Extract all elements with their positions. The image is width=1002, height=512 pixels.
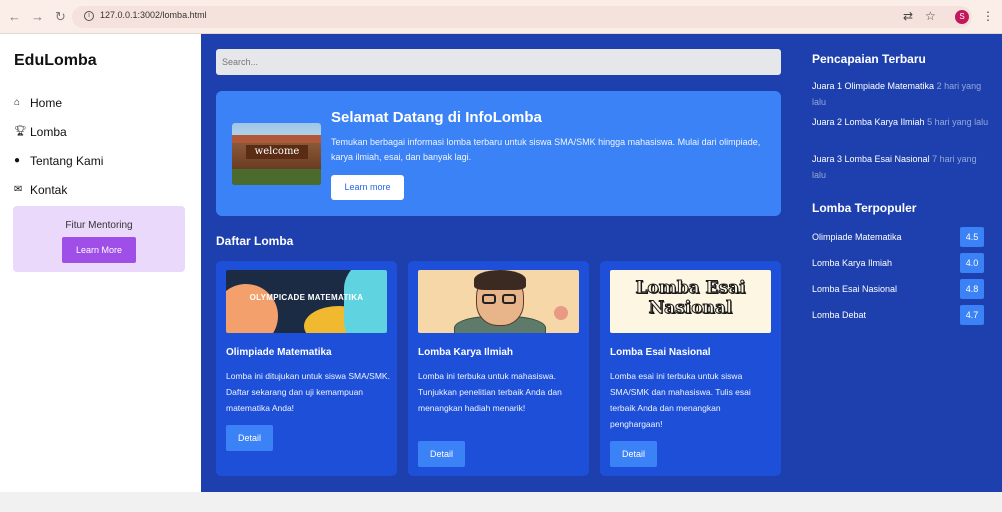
image-roof [232,135,321,143]
achievement-item: Juara 2 Lomba Karya Ilmiah 5 hari yang l… [812,114,992,130]
rating-badge: 4.7 [960,305,984,325]
popular-name: Lomba Debat [812,310,867,320]
search-input[interactable]: Search... [216,49,781,75]
reload-icon[interactable]: ↻ [55,9,66,25]
popular-title: Lomba Terpopuler [812,201,917,215]
lomba-card: Lomba Esai Nasional Lomba Esai Nasional … [600,261,781,476]
popular-item[interactable]: Lomba Karya Ilmiah 4.0 [812,253,984,273]
glasses-lens [482,294,496,304]
rating-badge: 4.0 [960,253,984,273]
olimpiade-image: OLYMPICADE MATEMATIKA [226,270,387,333]
back-icon[interactable]: ← [8,9,21,24]
url-text[interactable]: 127.0.0.1:3002/lomba.html [100,10,207,20]
browser-toolbar: ← → ↻ i 127.0.0.1:3002/lomba.html ⇄ ☆ S … [0,0,1002,34]
translate-icon[interactable]: ⇄ [903,9,913,23]
lomba-card: OLYMPICADE MATEMATIKA Olimpiade Matemati… [216,261,397,476]
hero-text: Temukan berbagai informasi lomba terbaru… [331,137,761,162]
card-text: Lomba esai ini terbuka untuk siswa SMA/S… [610,371,751,429]
sidebar-item-label: Home [30,95,63,110]
image-ground [232,169,321,185]
info-icon: ● [14,155,21,166]
rating-badge: 4.5 [960,227,984,247]
sidebar-menu: ⌂ Home 🏆︎ Lomba ● Tentang Kami ✉ Kontak [14,88,103,204]
rating-badge: 4.8 [960,279,984,299]
achievement-item: Juara 1 Olimpiade Matematika 2 hari yang… [812,78,992,110]
mentoring-title: Fitur Mentoring [65,220,133,231]
detail-button[interactable]: Detail [610,441,657,467]
detail-button[interactable]: Detail [226,425,273,451]
sidebar-item-label: Kontak [30,182,68,197]
achievement-text: Juara 1 Olimpiade Matematika [812,81,935,91]
card-title: Lomba Karya Ilmiah [418,347,514,358]
forward-icon[interactable]: → [31,9,44,24]
welcome-image: welcome [232,123,321,185]
image-label: Lomba Esai Nasional [635,278,746,319]
sidebar-item-label: Lomba [30,124,67,139]
popular-name: Olimpiade Matematika [812,232,902,242]
detail-button[interactable]: Detail [418,441,465,467]
card-title: Lomba Esai Nasional [610,347,711,358]
sidebar-item-tentang-kami[interactable]: ● Tentang Kami [14,146,103,175]
trophy-icon: 🏆︎ [14,126,27,137]
main-content: Search... welcome Selamat Datang di Info… [201,34,798,492]
sidebar-item-kontak[interactable]: ✉ Kontak [14,175,103,204]
popular-name: Lomba Karya Ilmiah [812,258,893,268]
right-panel: Pencapaian Terbaru Juara 1 Olimpiade Mat… [798,34,1002,492]
sidebar-item-home[interactable]: ⌂ Home [14,88,103,117]
sidebar-item-label: Tentang Kami [30,153,104,168]
lomba-card: Lomba Karya Ilmiah Lomba ini terbuka unt… [408,261,589,476]
learn-more-button[interactable]: Learn More [62,237,136,263]
hero-title: Selamat Datang di InfoLomba [331,109,542,126]
hero-learn-more-button[interactable]: Learn more [331,175,404,200]
site-info-icon[interactable]: i [84,11,94,21]
achievement-item: Juara 3 Lomba Esai Nasional 7 hari yang … [812,151,992,183]
page-bottom [0,492,1002,512]
popular-item[interactable]: Lomba Esai Nasional 4.8 [812,279,984,299]
achievement-text: Juara 2 Lomba Karya Ilmiah [812,117,925,127]
image-label: OLYMPICADE MATEMATIKA [249,293,364,302]
popular-item[interactable]: Olimpiade Matematika 4.5 [812,227,984,247]
popular-item[interactable]: Lomba Debat 4.7 [812,305,984,325]
browser-menu-icon[interactable]: ⋮ [982,9,994,23]
shape [226,284,278,333]
achievement-time: 5 hari yang lalu [927,117,989,127]
hero-banner: welcome Selamat Datang di InfoLomba Temu… [216,91,781,216]
brand-logo[interactable]: EduLomba [14,52,97,70]
achievement-text: Juara 3 Lomba Esai Nasional [812,154,930,164]
bookmark-star-icon[interactable]: ☆ [925,9,936,23]
card-title: Olimpiade Matematika [226,347,332,358]
address-bar[interactable] [72,6,972,28]
envelope-icon: ✉ [14,184,23,195]
popular-name: Lomba Esai Nasional [812,284,898,294]
mentoring-card: Fitur Mentoring Learn More [13,206,185,272]
profile-avatar[interactable]: S [955,10,969,24]
card-text: Lomba ini ditujukan untuk siswa SMA/SMK.… [226,371,390,413]
section-title: Daftar Lomba [216,234,294,248]
achievements-title: Pencapaian Terbaru [812,52,926,66]
card-text: Lomba ini terbuka untuk mahasiswa. Tunju… [418,371,562,413]
karya-ilmiah-image [418,270,579,333]
glasses-lens [502,294,516,304]
welcome-sign: welcome [246,145,308,159]
esai-image: Lomba Esai Nasional [610,270,771,333]
sidebar: EduLomba ⌂ Home 🏆︎ Lomba ● Tentang Kami … [0,34,201,494]
flower-icon [554,306,568,320]
illustration-hair [474,270,526,290]
home-icon: ⌂ [14,97,21,108]
sidebar-item-lomba[interactable]: 🏆︎ Lomba [14,117,103,146]
